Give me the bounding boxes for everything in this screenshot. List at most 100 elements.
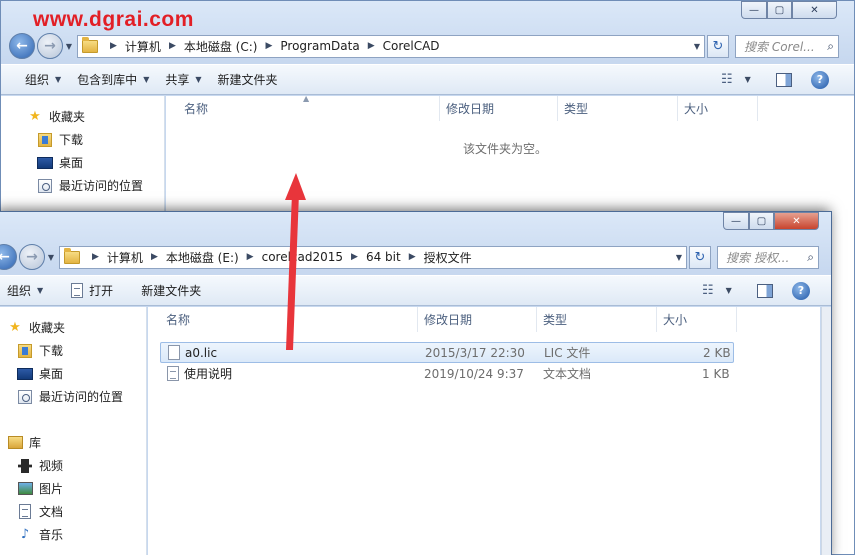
help-button[interactable]: ? <box>811 70 829 89</box>
breadcrumb-item[interactable]: 授权文件 <box>424 249 472 266</box>
view-icon: ☷ <box>702 283 714 298</box>
nav-favorites[interactable]: ★ 收藏夹 <box>27 108 85 125</box>
minimize-button[interactable]: — <box>723 212 749 230</box>
watermark-text: www.dgrai.com <box>33 8 194 31</box>
breadcrumb-item[interactable]: ProgramData <box>280 39 359 53</box>
search-placeholder: 搜索 Corel... <box>744 39 815 54</box>
file-name: a0.lic <box>185 345 218 360</box>
front-caption-buttons: — ▢ ✕ <box>723 212 819 230</box>
empty-folder-message: 该文件夹为空。 <box>463 142 548 156</box>
new-folder-button[interactable]: 新建文件夹 <box>141 282 213 299</box>
breadcrumb-item[interactable]: corelcad2015 <box>262 250 343 264</box>
breadcrumb-item[interactable]: 本地磁盘 (C:) <box>184 38 258 55</box>
nav-downloads[interactable]: 下载 <box>17 342 63 359</box>
breadcrumb-item[interactable]: CorelCAD <box>383 39 440 53</box>
view-options[interactable]: ☷ ▼ <box>702 283 732 298</box>
breadcrumb-item[interactable]: 本地磁盘 (E:) <box>166 249 239 266</box>
recent-pages-dropdown[interactable]: ▼ <box>45 253 57 262</box>
preview-pane-button[interactable] <box>776 72 792 87</box>
front-search-input[interactable]: 搜索 授权... ⌕ <box>717 245 819 269</box>
file-row-readme[interactable]: 使用说明 2019/10/24 9:37 文本文档 1 KB <box>160 363 734 384</box>
nav-pictures[interactable]: 图片 <box>17 480 63 497</box>
column-header-date[interactable]: 修改日期 <box>418 307 537 332</box>
nav-favorites[interactable]: ★ 收藏夹 <box>7 319 65 336</box>
back-button[interactable]: ← <box>0 244 17 270</box>
nav-desktop[interactable]: 桌面 <box>17 365 63 382</box>
vertical-scrollbar[interactable] <box>821 307 831 555</box>
text-file-icon <box>167 366 179 381</box>
view-options[interactable]: ☷ ▼ <box>721 72 751 87</box>
nav-desktop[interactable]: 桌面 <box>37 154 83 171</box>
column-header-date[interactable]: 修改日期 <box>440 96 558 121</box>
column-header-type[interactable]: 类型 <box>537 307 657 332</box>
preview-pane-button[interactable] <box>757 283 773 298</box>
share-menu[interactable]: 共享 ▼ <box>165 71 213 88</box>
refresh-button[interactable]: ↻ <box>689 245 711 269</box>
close-button[interactable]: ✕ <box>774 212 819 230</box>
refresh-button[interactable]: ↻ <box>707 34 729 58</box>
star-icon: ★ <box>29 109 41 124</box>
nav-libraries[interactable]: 库 <box>7 434 41 451</box>
back-address-row: ← → ▼ ▶ 计算机 ▶ 本地磁盘 (C:) ▶ ProgramData ▶ Core… <box>1 32 854 60</box>
help-button[interactable]: ? <box>792 281 810 300</box>
nav-videos[interactable]: 视频 <box>17 457 63 474</box>
nav-downloads[interactable]: 下载 <box>37 131 83 148</box>
sort-indicator-icon: ▲ <box>303 94 310 103</box>
pictures-icon <box>17 482 33 495</box>
breadcrumb-item[interactable]: 计算机 <box>125 38 161 55</box>
minimize-button[interactable]: — <box>741 1 767 19</box>
file-date: 2019/10/24 9:37 <box>424 366 524 381</box>
folder-icon <box>64 247 80 264</box>
help-icon: ? <box>811 70 829 89</box>
libraries-icon <box>7 436 23 449</box>
desktop-icon <box>17 367 33 380</box>
close-button[interactable]: ✕ <box>792 1 837 19</box>
back-address-bar[interactable]: ▶ 计算机 ▶ 本地磁盘 (C:) ▶ ProgramData ▶ CorelCAD ▼ <box>77 34 705 58</box>
back-caption-buttons: — ▢ ✕ <box>741 1 837 19</box>
back-command-bar: 组织 ▼ 包含到库中 ▼ 共享 ▼ 新建文件夹 ☷ ▼ ? <box>1 64 854 95</box>
maximize-button[interactable]: ▢ <box>767 1 792 19</box>
back-button[interactable]: ← <box>9 33 35 59</box>
column-header-size[interactable]: 大小 <box>657 307 737 332</box>
file-name: 使用说明 <box>184 367 233 381</box>
music-icon: ♪ <box>20 527 30 542</box>
file-type: LIC 文件 <box>544 346 591 360</box>
front-explorer-window: — ▢ ✕ ← → ▼ ▶计算机 ▶本地磁盘 (E:) ▶corelcad201… <box>0 211 832 555</box>
include-in-library-menu[interactable]: 包含到库中 ▼ <box>77 71 161 88</box>
forward-button[interactable]: → <box>19 244 45 270</box>
downloads-folder-icon <box>18 343 32 358</box>
new-folder-button[interactable]: 新建文件夹 <box>218 71 290 88</box>
address-dropdown-icon[interactable]: ▼ <box>690 42 704 51</box>
recent-pages-dropdown[interactable]: ▼ <box>63 42 75 51</box>
file-date: 2015/3/17 22:30 <box>425 345 525 360</box>
organize-menu[interactable]: 组织 ▼ <box>25 71 73 88</box>
recent-places-icon <box>38 178 52 193</box>
front-command-bar: 组织 ▼ 打开 新建文件夹 ☷ ▼ ? <box>0 275 831 306</box>
column-header-size[interactable]: 大小 <box>678 96 758 121</box>
preview-pane-icon <box>776 72 792 87</box>
file-size: 1 KB <box>702 366 730 381</box>
folder-icon <box>82 36 98 53</box>
documents-icon <box>19 504 31 519</box>
organize-menu[interactable]: 组织 ▼ <box>7 282 55 299</box>
nav-documents[interactable]: 文档 <box>17 503 63 520</box>
nav-music[interactable]: ♪ 音乐 <box>17 526 63 543</box>
file-row-a0-lic[interactable]: a0.lic 2015/3/17 22:30 LIC 文件 2 KB <box>160 342 734 363</box>
address-dropdown-icon[interactable]: ▼ <box>672 253 686 262</box>
preview-pane-icon <box>757 283 773 298</box>
back-search-input[interactable]: 搜索 Corel... ⌕ <box>735 34 839 58</box>
maximize-button[interactable]: ▢ <box>749 212 774 230</box>
open-button[interactable]: 打开 <box>71 282 125 299</box>
breadcrumb-item[interactable]: 计算机 <box>107 249 143 266</box>
front-navigation-pane: ★ 收藏夹 下载 桌面 最近访问的位置 库 视频 图片 文档 ♪ 音乐 <box>0 307 147 555</box>
nav-recent-places[interactable]: 最近访问的位置 <box>37 177 143 194</box>
breadcrumb-item[interactable]: 64 bit <box>366 250 401 264</box>
nav-recent-places[interactable]: 最近访问的位置 <box>17 388 123 405</box>
column-header-name[interactable]: 名称 <box>148 307 418 332</box>
forward-button[interactable]: → <box>37 33 63 59</box>
breadcrumb: ▶ 计算机 ▶ 本地磁盘 (C:) ▶ ProgramData ▶ CorelCAD <box>110 38 440 55</box>
front-file-list: 名称 修改日期 类型 大小 a0.lic 2015/3/17 22:30 LIC… <box>148 307 820 555</box>
desktop-icon <box>37 156 53 169</box>
front-address-bar[interactable]: ▶ 计算机 ▶ 本地磁盘 (E:) ▶ corelcad2015 ▶ 64 bit ▶ 授… <box>59 245 687 269</box>
column-header-type[interactable]: 类型 <box>558 96 678 121</box>
